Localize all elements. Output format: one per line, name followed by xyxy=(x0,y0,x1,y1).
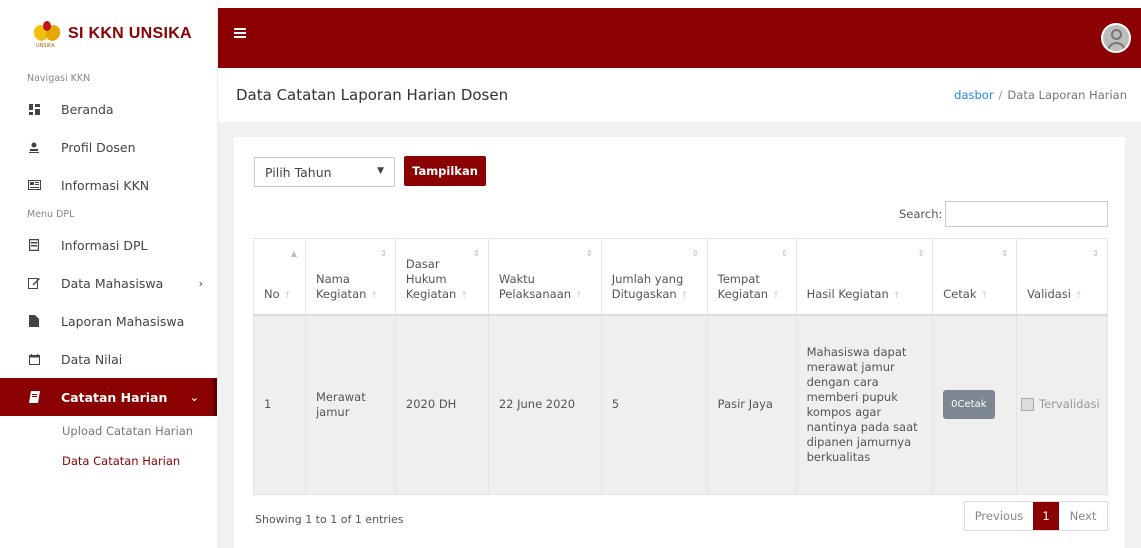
sort-icon: ↑ xyxy=(680,290,689,301)
sort-icon: ↑ xyxy=(575,290,583,301)
entries-info: Showing 1 to 1 of 1 entries xyxy=(255,513,404,526)
sort-icon: ⇕ xyxy=(691,249,699,258)
section-menu-dpl: Menu DPL xyxy=(27,209,75,220)
cell-dasar: 2020 DH xyxy=(394,314,489,495)
sidebar-subitem-upload-catatan[interactable]: Upload Catatan Harian xyxy=(0,416,217,446)
sort-icon: ↑ xyxy=(892,290,901,301)
chevron-down-icon: ▼ xyxy=(377,166,384,176)
show-button[interactable]: Tampilkan xyxy=(404,156,486,186)
brand-title: SI KKN UNSIKA xyxy=(68,25,192,42)
table-row: 1 Merawat jamur 2020 DH 22 June 2020 5 P… xyxy=(253,314,1108,495)
cell-hasil: Mahasiswa dapat merawat jamur dengan car… xyxy=(795,314,934,495)
cell-jumlah: 5 xyxy=(600,314,708,495)
sort-icon: ⇕ xyxy=(917,249,925,258)
chevron-down-icon: ⌄ xyxy=(189,390,199,404)
column-header-validasi[interactable]: ⇕ Validasi ↑ xyxy=(1016,238,1108,316)
sort-icon: ⇕ xyxy=(1092,249,1099,258)
sidebar-item-catatan-harian[interactable]: Catatan Harian ⌄ xyxy=(0,378,217,416)
column-header-waktu[interactable]: ⇕ Waktu Pelaksanaan ↑ xyxy=(487,238,602,316)
breadcrumb-current: Data Laporan Harian xyxy=(1007,88,1127,102)
cell-nama: Merawat jamur xyxy=(304,314,396,495)
sort-icon: ⇕ xyxy=(780,249,788,258)
validation-checkbox[interactable] xyxy=(1021,398,1035,412)
column-header-nama[interactable]: ⇕ Nama Kegiatan ↑ xyxy=(304,238,396,316)
sort-asc-icon: ↑ xyxy=(283,290,292,301)
menu-toggle-icon[interactable] xyxy=(234,28,246,38)
pagination-previous[interactable]: Previous xyxy=(965,502,1033,530)
year-select[interactable]: Pilih Tahun ▼ xyxy=(254,157,395,187)
sort-icon: ↑ xyxy=(1075,290,1083,301)
user-icon xyxy=(27,140,41,154)
column-header-dasar[interactable]: ⇕ Dasar Hukum Kegiatan ↑ xyxy=(394,238,489,316)
sidebar-item-profil-dosen[interactable]: Profil Dosen xyxy=(0,128,217,166)
breadcrumb-home-link[interactable]: dasbor xyxy=(954,88,993,102)
sidebar-item-label: Catatan Harian xyxy=(61,389,168,405)
column-header-cetak[interactable]: ⇕ Cetak ↑ xyxy=(932,238,1018,316)
page-title: Data Catatan Laporan Harian Dosen xyxy=(236,86,509,104)
calendar-icon xyxy=(27,352,41,366)
year-select-value: Pilih Tahun xyxy=(265,164,332,180)
sidebar-subitem-data-catatan[interactable]: Data Catatan Harian xyxy=(0,446,217,476)
cell-no: 1 xyxy=(253,314,306,495)
search-input[interactable] xyxy=(945,201,1108,227)
sort-icon: ↑ xyxy=(772,290,780,301)
brand[interactable]: UNSIKA SI KKN UNSIKA xyxy=(0,0,217,68)
cell-cetak: 0Cetak xyxy=(932,314,1018,495)
chevron-right-icon: › xyxy=(198,276,203,290)
sort-icon: ⇕ xyxy=(1001,249,1009,258)
avatar[interactable] xyxy=(1101,23,1131,53)
unsika-logo-icon: UNSIKA xyxy=(31,21,63,49)
sort-icon: ⇕ xyxy=(586,249,593,258)
sidebar-item-beranda[interactable]: Beranda xyxy=(0,90,217,128)
cell-tempat: Pasir Jaya xyxy=(706,314,797,495)
sidebar-item-label: Informasi DPL xyxy=(61,237,148,253)
sidebar-item-label: Data Nilai xyxy=(61,351,123,367)
section-navigasi: Navigasi KKN xyxy=(27,73,91,84)
print-button[interactable]: 0Cetak xyxy=(943,390,995,420)
top-navbar xyxy=(218,8,1141,68)
table-header-row: ▲ No ↑ ⇕ Nama Kegiatan ↑ ⇕ Dasar Hukum Kegiat… xyxy=(253,238,1108,316)
edit-icon xyxy=(27,276,41,290)
data-table: ▲ No ↑ ⇕ Nama Kegiatan ↑ ⇕ Dasar Hukum Kegiat… xyxy=(253,238,1108,495)
cell-validasi: Tervalidasi xyxy=(1016,314,1108,495)
sidebar-item-data-nilai[interactable]: Data Nilai xyxy=(0,340,217,378)
newspaper-icon xyxy=(27,178,41,192)
sort-icon: ↑ xyxy=(460,290,468,301)
logo-caption: UNSIKA xyxy=(36,43,55,49)
sidebar-item-informasi-dpl[interactable]: Informasi DPL xyxy=(0,226,217,264)
avatar-body xyxy=(1107,42,1126,51)
column-header-no[interactable]: ▲ No ↑ xyxy=(253,238,306,316)
book-icon xyxy=(27,390,41,404)
pagination: Previous 1 Next xyxy=(964,501,1108,531)
sort-icon: ⇕ xyxy=(380,249,387,258)
sidebar-item-label: Profil Dosen xyxy=(61,139,136,155)
sidebar-item-informasi-kkn[interactable]: Informasi KKN xyxy=(0,166,217,204)
breadcrumb-separator: / xyxy=(998,88,1003,102)
search-label: Search: xyxy=(899,207,943,221)
sidebar-item-laporan-mahasiswa[interactable]: Laporan Mahasiswa xyxy=(0,302,217,340)
book-icon xyxy=(27,238,41,252)
sort-icon: ↑ xyxy=(980,290,989,301)
column-header-hasil[interactable]: ⇕ Hasil Kegiatan ↑ xyxy=(795,238,934,316)
cell-waktu: 22 June 2020 xyxy=(487,314,602,495)
sort-icon: ↑ xyxy=(370,290,378,301)
sidebar: UNSIKA SI KKN UNSIKA Navigasi KKN Berand… xyxy=(0,0,218,548)
sidebar-item-data-mahasiswa[interactable]: Data Mahasiswa › xyxy=(0,264,217,302)
avatar-head xyxy=(1111,29,1122,40)
column-header-tempat[interactable]: ⇕ Tempat Kegiatan ↑ xyxy=(706,238,797,316)
sort-icon: ⇕ xyxy=(473,249,480,258)
breadcrumb: dasbor / Data Laporan Harian xyxy=(954,88,1127,102)
dashboard-icon xyxy=(27,102,41,116)
sidebar-item-label: Laporan Mahasiswa xyxy=(61,313,185,329)
sidebar-item-label: Beranda xyxy=(61,101,114,117)
sidebar-item-label: Data Mahasiswa xyxy=(61,275,164,291)
sort-icon: ▲ xyxy=(290,249,297,258)
pagination-next[interactable]: Next xyxy=(1059,502,1107,530)
validation-label: Tervalidasi xyxy=(1039,397,1100,412)
page-header: Data Catatan Laporan Harian Dosen dasbor… xyxy=(218,68,1141,122)
column-header-jumlah[interactable]: ⇕ Jumlah yang Ditugaskan ↑ xyxy=(600,238,708,316)
pagination-page-1[interactable]: 1 xyxy=(1033,502,1059,530)
sidebar-item-label: Informasi KKN xyxy=(61,177,150,193)
file-icon xyxy=(27,314,41,328)
